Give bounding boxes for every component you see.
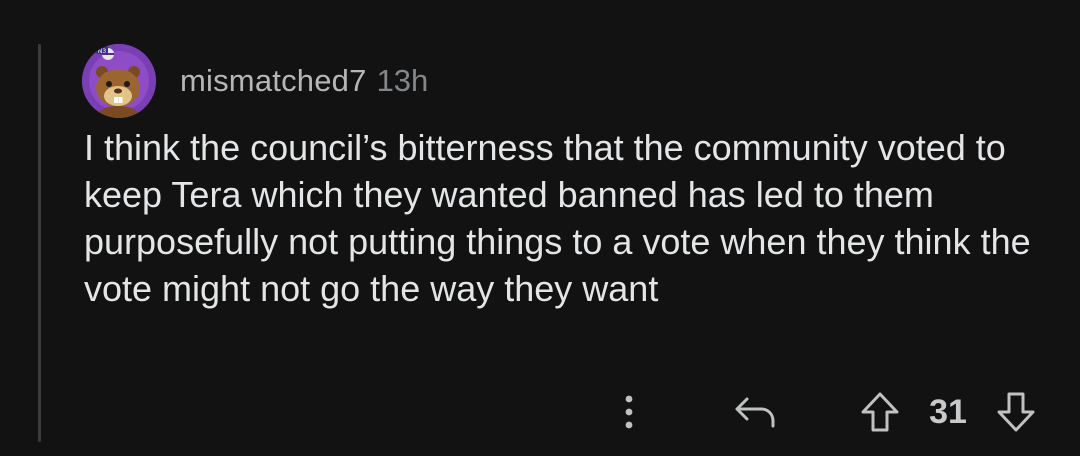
comment-header: N3 mismatched7 13h <box>82 44 428 118</box>
avatar[interactable]: N3 <box>82 44 156 118</box>
downvote-arrow-icon <box>997 392 1035 432</box>
comment-action-bar: 31 <box>0 384 1080 440</box>
reply-arrow-icon <box>735 397 775 428</box>
upvote-button[interactable] <box>856 388 904 436</box>
downvote-button[interactable] <box>992 388 1040 436</box>
timestamp: 13h <box>376 63 429 98</box>
reply-button[interactable] <box>730 390 780 434</box>
vote-score: 31 <box>929 393 967 431</box>
avatar-badge-text: N3 <box>98 48 106 55</box>
thread-line[interactable] <box>38 44 41 442</box>
bidoof-avatar-icon: N3 <box>82 44 156 118</box>
username-link[interactable]: mismatched7 <box>180 63 367 99</box>
more-vertical-icon <box>625 395 633 429</box>
comment-body: I think the council’s bitterness that th… <box>84 127 1031 309</box>
more-options-button[interactable] <box>614 390 644 434</box>
upvote-arrow-icon <box>861 392 899 432</box>
